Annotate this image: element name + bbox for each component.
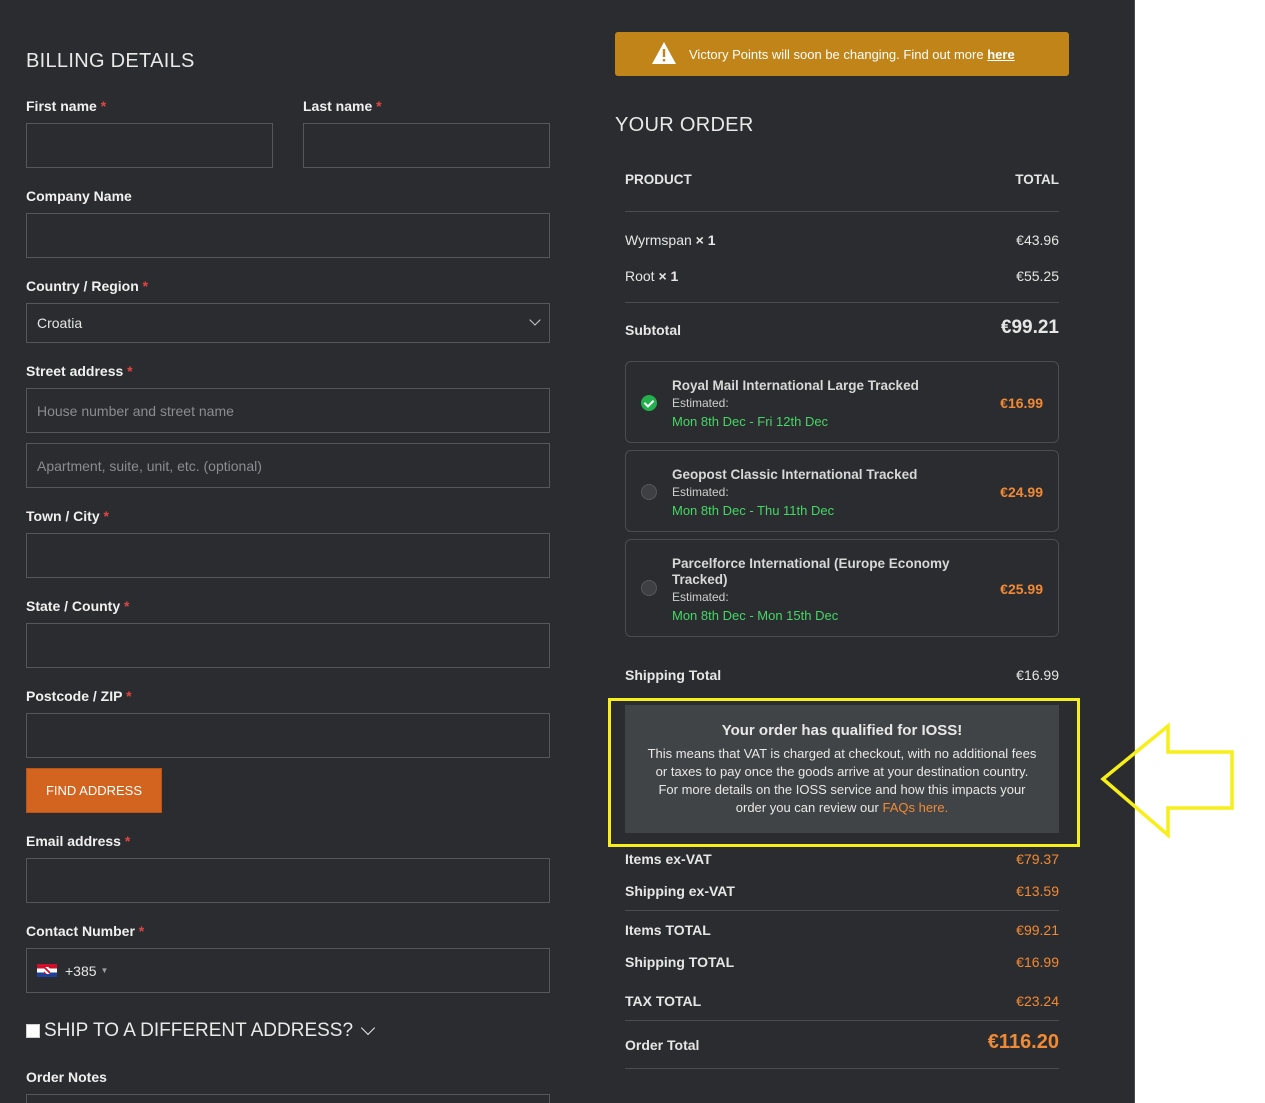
shipping-exvat-row: Shipping ex-VAT €13.59 [625,883,1059,899]
postcode-field[interactable] [26,713,550,758]
order-table-header: PRODUCT TOTAL [625,172,1059,187]
country-select[interactable]: Croatia [26,303,550,343]
company-field[interactable] [26,213,550,258]
shipping-option[interactable]: Geopost Classic International Tracked Es… [625,450,1059,532]
first-name-field[interactable] [26,123,273,168]
shipping-option[interactable]: Parcelforce International (Europe Econom… [625,539,1059,637]
divider [625,211,1059,212]
state-label: State / County * [26,598,130,614]
shipping-price: €25.99 [1000,581,1043,597]
order-notes-field[interactable] [26,1094,550,1103]
arrow-left-icon [1100,722,1234,839]
billing-title: BILLING DETAILS [26,50,195,72]
contact-label: Contact Number * [26,923,145,939]
subtotal-value: €99.21 [1000,317,1059,338]
order-total-label: Order Total [625,1037,700,1053]
country-value: Croatia [37,315,83,331]
highlight-box [608,698,1080,847]
order-title: YOUR ORDER [615,114,754,136]
street-placeholder: House number and street name [37,402,234,419]
chevron-down-icon[interactable] [360,1020,376,1036]
last-name-field[interactable] [303,123,550,168]
email-label: Email address * [26,833,131,849]
street-label: Street address * [26,363,133,379]
ship-different-checkbox[interactable] [26,1024,40,1038]
shipping-total-row: Shipping Total €16.99 [625,667,1059,683]
order-item: Root × 1 €55.25 [625,268,1059,284]
street-address2-field[interactable]: Apartment, suite, unit, etc. (optional) [26,443,550,488]
col-total: TOTAL [1015,172,1059,187]
chevron-down-icon [529,314,541,326]
shipping-total-vat-row: Shipping TOTAL €16.99 [625,954,1059,970]
caret-down-icon[interactable]: ▼ [101,966,109,975]
town-field[interactable] [26,533,550,578]
item-price: €43.96 [1016,232,1059,248]
state-field[interactable] [26,623,550,668]
company-label: Company Name [26,188,132,204]
country-label: Country / Region * [26,278,149,294]
find-address-button[interactable]: FIND ADDRESS [26,768,162,813]
col-product: PRODUCT [625,172,692,187]
order-total-row: Order Total €116.20 [625,1031,1059,1057]
ship-different-row: SHIP TO A DIFFERENT ADDRESS? [26,1020,376,1042]
first-name-label: First name * [26,98,107,114]
order-item: Wyrmspan × 1 €43.96 [625,232,1059,248]
checkout-panel: BILLING DETAILS First name * Last name *… [0,0,1135,1103]
radio-selected-icon[interactable] [641,395,657,411]
divider [625,910,1059,911]
items-exvat-row: Items ex-VAT €79.37 [625,851,1059,867]
email-field[interactable] [26,858,550,903]
street-address-field[interactable]: House number and street name [26,388,550,433]
postcode-label: Postcode / ZIP * [26,688,132,704]
victory-points-notice: Victory Points will soon be changing. Fi… [615,32,1069,76]
croatia-flag-icon[interactable] [37,964,57,977]
subtotal-row: Subtotal €99.21 [625,317,1059,341]
contact-number-field[interactable]: +385 ▼ [26,948,550,993]
subtotal-label: Subtotal [625,322,681,338]
item-price: €55.25 [1016,268,1059,284]
shipping-option[interactable]: Royal Mail International Large Tracked E… [625,361,1059,443]
notice-text: Victory Points will soon be changing. Fi… [689,46,1015,62]
items-total-row: Items TOTAL €99.21 [625,922,1059,938]
radio-icon[interactable] [641,580,657,596]
order-total-value: €116.20 [987,1031,1059,1053]
street2-placeholder: Apartment, suite, unit, etc. (optional) [37,457,262,474]
shipping-price: €24.99 [1000,484,1043,500]
divider [625,1020,1059,1021]
tax-total-row: TAX TOTAL €23.24 [625,993,1059,1009]
shipping-total-value: €16.99 [1016,667,1059,683]
town-label: Town / City * [26,508,109,524]
shipping-total-label: Shipping Total [625,667,722,683]
radio-icon[interactable] [641,484,657,500]
order-notes-label: Order Notes [26,1069,107,1085]
phone-prefix: +385 [65,962,97,979]
notice-link[interactable]: here [987,47,1014,62]
ship-different-label[interactable]: SHIP TO A DIFFERENT ADDRESS? [44,1020,353,1042]
divider [625,302,1059,303]
last-name-label: Last name * [303,98,382,114]
shipping-price: €16.99 [1000,395,1043,411]
warning-icon [652,42,676,64]
divider [625,1068,1059,1069]
